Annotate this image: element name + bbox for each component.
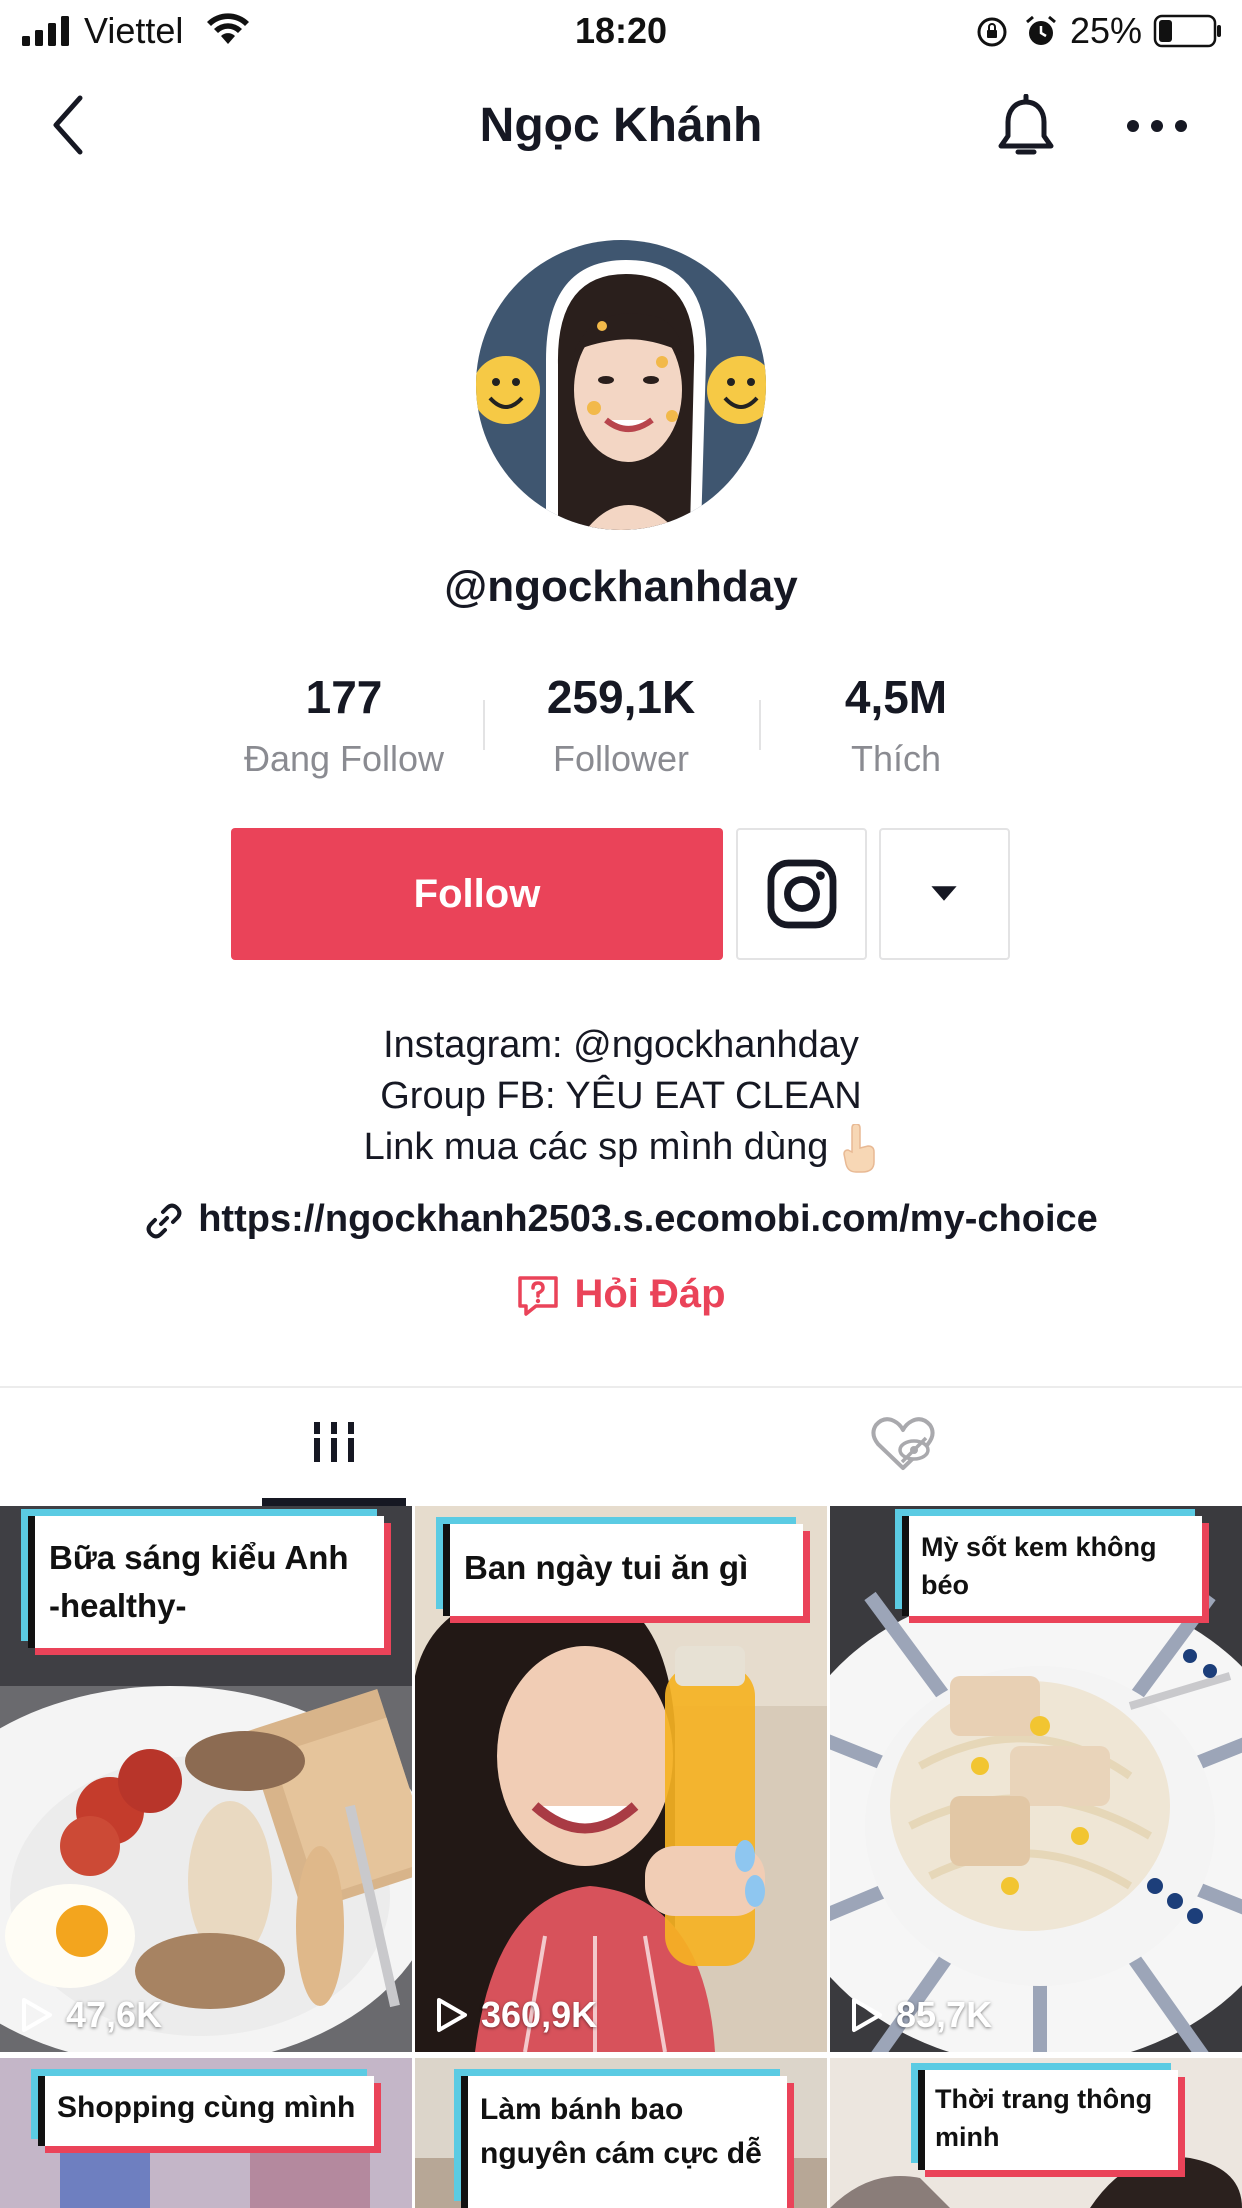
video-title-line: Làm bánh bao [480,2093,684,2126]
bio-line-text: Link mua các sp mình dùng [363,1126,829,1168]
heart-hidden-icon [871,1417,935,1470]
bio-link[interactable]: https://ngockhanh2503.s.ecomobi.com/my-c… [0,1198,1242,1241]
video-title-card: Shopping cùng mình [38,2076,374,2146]
qa-label[interactable]: Hỏi Đáp [574,1272,725,1316]
view-count: 85,7K [846,1994,992,2036]
play-icon [852,1998,882,2032]
video-title-line: Shopping cùng mình [57,2091,356,2124]
question-bubble-icon [518,1276,559,1317]
video-title-line: Ban ngày tui ăn gì [464,1549,749,1586]
following-count: 177 [305,671,383,723]
pointing-down-icon [843,1123,876,1173]
battery-icon [1153,14,1221,48]
video-title-card: Thời trang thông minh [918,2070,1178,2170]
likes-count: 4,5M [844,671,948,723]
video-title-card: Ban ngày tui ăn gì [443,1524,803,1616]
instagram-icon [767,859,837,929]
view-count: 47,6K [16,1994,162,2036]
video-title-line: béo [921,1570,970,1600]
view-count-text: 85,7K [896,1994,993,2035]
video-thumbnail[interactable]: Shopping cùng mình [0,2058,412,2208]
battery-percent: 25% [1070,10,1143,51]
followers-count: 259,1K [546,671,696,723]
video-thumbnail[interactable]: Làm bánh bao nguyên cám cực dễ [415,2058,827,2208]
bio-line: Instagram: @ngockhanhday [383,1024,859,1066]
play-icon [437,1998,467,2032]
status-bar: Viettel 18:20 25% [0,0,1242,62]
video-title-card: Mỳ sốt kem không béo [902,1516,1202,1616]
video-title-line: Bữa sáng kiểu Anh [49,1539,349,1576]
alarm-icon [1026,15,1056,45]
bell-icon[interactable] [994,94,1058,162]
follow-button[interactable]: Follow [231,828,723,960]
stat-likes: 4,5M Thích [756,670,1036,780]
stat-following[interactable]: 177 Đang Follow [204,670,484,780]
tab-liked-hidden[interactable] [868,1412,938,1476]
tab-active-indicator [262,1498,406,1506]
video-thumbnail[interactable]: Mỳ sốt kem không béo 85,7K [830,1506,1242,2052]
video-title-line: minh [935,2122,1000,2152]
qa-button[interactable]: Hỏi Đáp [0,1272,1242,1318]
video-title-card: Bữa sáng kiểu Anh -healthy- [28,1516,384,1648]
avatar[interactable] [476,240,766,530]
more-options-icon[interactable] [1124,110,1190,142]
caret-down-icon [931,886,957,901]
video-thumbnail[interactable]: Thời trang thông minh [830,2058,1242,2208]
view-count: 360,9K [431,1994,597,2036]
rotation-lock-icon [977,17,1007,47]
following-label: Đang Follow [243,738,445,779]
bio-link-text[interactable]: https://ngockhanh2503.s.ecomobi.com/my-c… [198,1198,1098,1240]
grid-icon [314,1422,354,1462]
stat-followers[interactable]: 259,1K Follower [481,670,761,780]
play-icon [22,1998,52,2032]
video-title-line: -healthy- [49,1587,187,1624]
video-title-line: Thời trang thông [935,2084,1153,2114]
likes-label: Thích [850,738,942,779]
tab-videos[interactable] [262,1388,406,1506]
video-thumbnail[interactable]: Ban ngày tui ăn gì 360,9K [415,1506,827,2052]
view-count-text: 47,6K [66,1994,163,2035]
followers-label: Follower [552,738,690,779]
suggested-accounts-button[interactable] [879,828,1010,960]
bio-line: Group FB: YÊU EAT CLEAN [380,1075,862,1117]
divider [0,1386,1242,1388]
link-icon [146,1203,182,1239]
video-title-card: Làm bánh bao nguyên cám cực dễ [461,2076,787,2208]
username: @ngockhanhday [444,562,798,611]
view-count-text: 360,9K [481,1994,598,2035]
video-title-line: nguyên cám cực dễ [480,2137,762,2170]
video-thumbnail[interactable]: Bữa sáng kiểu Anh -healthy- 47,6K [0,1506,412,2052]
instagram-button[interactable] [736,828,867,960]
bio-line: Link mua các sp mình dùng [0,1122,1242,1174]
bio: Instagram: @ngockhanhday Group FB: YÊU E… [0,1020,1242,1174]
video-title-line: Mỳ sốt kem không [921,1532,1157,1562]
